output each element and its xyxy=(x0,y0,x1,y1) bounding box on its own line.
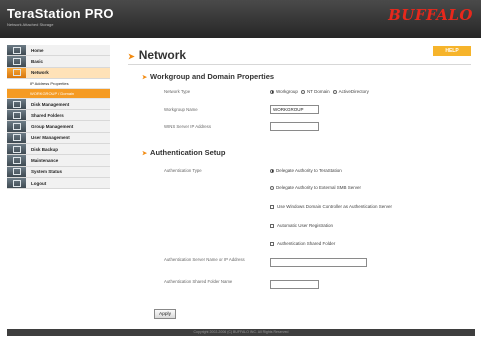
sidebar-subitem-workgroup-domain[interactable]: WORKGROUP / Domain xyxy=(7,88,110,99)
sidebar-item-label: Disk Management xyxy=(31,101,70,107)
folder-icon xyxy=(7,110,26,121)
auth-folder-input[interactable] xyxy=(270,280,319,289)
section-title-workgroup: ➤ Workgroup and Domain Properties xyxy=(142,72,274,81)
sidebar-item-label: Network xyxy=(31,70,49,76)
auth-server-input[interactable] xyxy=(270,258,367,267)
sidebar-item-group-management[interactable]: Group Management xyxy=(7,121,110,133)
checkbox-label: Use Windows Domain Controller as Authent… xyxy=(277,204,393,209)
radio-label: Delegate Authority to TeraStation xyxy=(276,168,342,173)
radio-on-icon xyxy=(270,168,274,173)
wins-server-label: WINS Server IP Address xyxy=(164,124,211,129)
sidebar-item-system-status[interactable]: System Status xyxy=(7,166,110,178)
checkbox-auth-shared-folder[interactable]: Authentication Shared Folder xyxy=(270,241,335,246)
main-content: ➤ Network HELP ➤ Workgroup and Domain Prop… xyxy=(128,44,471,324)
buffalo-logo: BUFFALO xyxy=(388,6,473,24)
radio-label: NT Domain xyxy=(306,89,330,94)
auth-server-label: Authentication Server Name or IP Address xyxy=(164,257,245,262)
radio-off-icon xyxy=(332,89,337,94)
sidebar-item-label: Maintenance xyxy=(31,158,59,164)
sidebar-item-shared-folders[interactable]: Shared Folders xyxy=(7,110,110,122)
sidebar-item-label: WORKGROUP / Domain xyxy=(30,90,75,96)
section-title-text: Workgroup and Domain Properties xyxy=(150,72,275,81)
checkbox-icon xyxy=(270,241,274,246)
sidebar-item-label: Basic xyxy=(31,58,44,64)
title-divider xyxy=(128,64,471,65)
basic-icon xyxy=(7,56,26,67)
sidebar-item-disk-backup[interactable]: Disk Backup xyxy=(7,144,110,156)
page-title-text: Network xyxy=(138,48,187,62)
sidebar-item-user-management[interactable]: User Management xyxy=(7,132,110,145)
sidebar-item-label: Disk Backup xyxy=(31,146,59,152)
sidebar-item-home[interactable]: Home xyxy=(7,45,110,57)
sidebar-item-label: System Status xyxy=(31,169,63,175)
home-icon xyxy=(7,45,26,56)
checkbox-icon xyxy=(270,223,274,228)
sidebar-subitem-ip-address[interactable]: IP Address Properties xyxy=(7,78,110,89)
apply-button[interactable]: Apply xyxy=(154,309,176,319)
footer-copyright: Copyright 2002-2006 (C) BUFFALO INC. All… xyxy=(7,329,475,336)
section-title-text: Authentication Setup xyxy=(150,148,226,157)
bullet-arrow-icon: ➤ xyxy=(128,52,135,61)
network-type-label: Network Type xyxy=(164,89,191,94)
sidebar-item-label: Group Management xyxy=(31,124,74,130)
workgroup-name-label: Workgroup Name xyxy=(164,107,198,112)
section-title-auth: ➤ Authentication Setup xyxy=(142,148,225,157)
workgroup-name-input[interactable]: WORKGROUP xyxy=(270,105,319,114)
network-type-options: Workgroup NT Domain ActiveDirectory xyxy=(270,89,372,94)
sidebar-item-label: User Management xyxy=(31,135,70,141)
brand-tagline: Network Attached Storage xyxy=(7,22,54,27)
checkbox-windows-dc[interactable]: Use Windows Domain Controller as Authent… xyxy=(270,204,392,209)
group-icon xyxy=(7,121,26,132)
auth-type-label: Authentication Type xyxy=(164,168,202,173)
logout-icon xyxy=(7,177,26,189)
sidebar-item-label: Shared Folders xyxy=(31,112,64,118)
sidebar-item-network[interactable]: Network xyxy=(7,67,110,79)
status-icon xyxy=(7,166,26,177)
radio-active-directory[interactable]: ActiveDirectory xyxy=(332,89,369,94)
radio-on-icon xyxy=(270,89,274,94)
sidebar-item-basic[interactable]: Basic xyxy=(7,56,110,68)
sidebar-item-label: Logout xyxy=(31,180,47,186)
sidebar-item-logout[interactable]: Logout xyxy=(7,177,110,190)
brand-title: TeraStation PRO xyxy=(7,6,114,21)
radio-delegate-terastation[interactable]: Delegate Authority to TeraStation xyxy=(270,168,342,173)
sidebar-item-label: Home xyxy=(31,47,44,53)
sidebar-item-label: IP Address Properties xyxy=(30,80,69,86)
radio-workgroup[interactable]: Workgroup xyxy=(270,89,298,94)
sidebar-item-disk-management[interactable]: Disk Management xyxy=(7,98,110,111)
bullet-arrow-icon: ➤ xyxy=(142,151,148,157)
radio-label: Delegate Authority to External SMB Serve… xyxy=(276,185,362,190)
radio-off-icon xyxy=(300,89,305,94)
checkbox-auto-registration[interactable]: Automatic User Registration xyxy=(270,223,333,228)
radio-delegate-smb[interactable]: Delegate Authority to External SMB Serve… xyxy=(270,185,361,190)
brand: TeraStation PRO Network Attached Storage xyxy=(7,6,114,28)
maintenance-icon xyxy=(7,155,26,166)
sidebar-item-maintenance[interactable]: Maintenance xyxy=(7,155,110,167)
sidebar-nav: Home Basic Network IP Address Properties… xyxy=(7,45,110,190)
radio-off-icon xyxy=(270,185,274,190)
backup-icon xyxy=(7,144,26,155)
radio-label: ActiveDirectory xyxy=(338,89,369,94)
network-icon xyxy=(7,67,26,78)
header-bar: TeraStation PRO Network Attached Storage… xyxy=(0,0,481,38)
bullet-arrow-icon: ➤ xyxy=(142,75,148,81)
user-icon xyxy=(7,132,26,144)
wins-server-input[interactable] xyxy=(270,122,319,131)
radio-nt-domain[interactable]: NT Domain xyxy=(300,89,330,94)
checkbox-icon xyxy=(270,204,274,209)
checkbox-label: Automatic User Registration xyxy=(277,223,334,228)
auth-folder-label: Authentication Shared Folder Name xyxy=(164,279,233,284)
disk-icon xyxy=(7,98,26,110)
page-title: ➤ Network xyxy=(128,48,186,62)
help-button[interactable]: HELP xyxy=(433,46,471,56)
checkbox-label: Authentication Shared Folder xyxy=(277,241,336,246)
radio-label: Workgroup xyxy=(276,89,298,94)
